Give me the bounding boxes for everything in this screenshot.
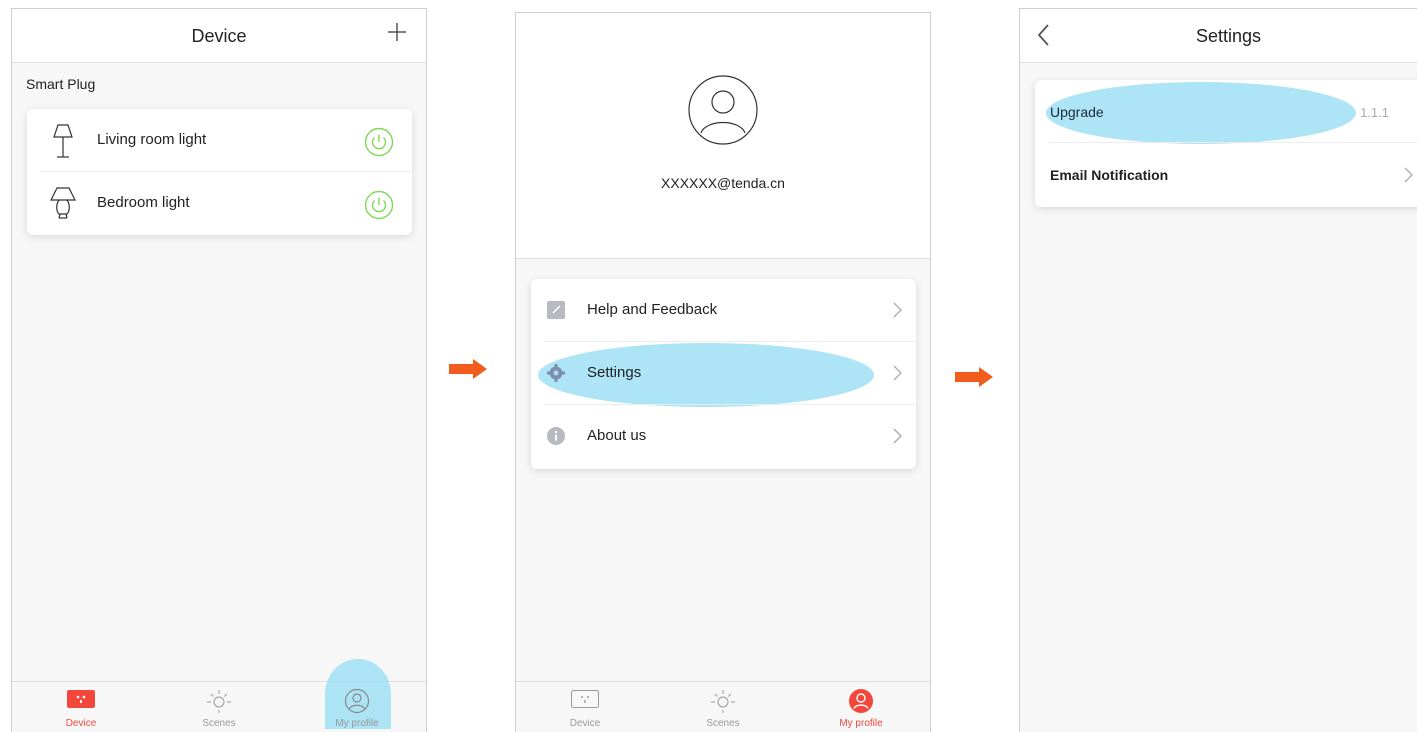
chevron-right-icon	[1404, 167, 1413, 183]
tab-label: Scenes	[706, 718, 740, 729]
menu-item-help-feedback[interactable]: Help and Feedback	[531, 279, 916, 342]
edit-icon	[547, 301, 565, 319]
account-email: XXXXXX@tenda.cn	[661, 175, 785, 191]
settings-screen: Settings Upgrade 1.1.1 Email Notificatio…	[1019, 8, 1417, 732]
tab-label: Scenes	[202, 718, 236, 729]
arrow-right-icon	[955, 367, 993, 387]
tab-label: Device	[65, 718, 97, 729]
profile-icon	[849, 689, 873, 713]
tab-scenes[interactable]: Scenes	[150, 682, 288, 732]
tab-bar: Device Scenes My profile	[516, 681, 930, 732]
tab-device[interactable]: Device	[12, 682, 150, 732]
tab-label: Device	[569, 718, 601, 729]
settings-label: Upgrade	[1050, 104, 1104, 120]
tab-label: My profile	[839, 718, 883, 729]
power-on-icon[interactable]	[364, 190, 394, 220]
profile-menu: Help and Feedback Settings About us	[531, 279, 916, 469]
settings-item-email-notification[interactable]: Email Notification	[1035, 143, 1417, 206]
info-icon	[547, 427, 565, 445]
tab-device[interactable]: Device	[516, 682, 654, 732]
arrow-right-icon	[449, 359, 487, 379]
profile-icon	[344, 688, 370, 714]
profile-screen: XXXXXX@tenda.cn Help and Feedback Settin…	[515, 12, 931, 732]
navbar: Settings	[1020, 9, 1417, 63]
tab-my-profile[interactable]: My profile	[288, 659, 426, 732]
chevron-right-icon	[893, 302, 902, 318]
plug-icon	[571, 690, 599, 708]
profile-header: XXXXXX@tenda.cn	[516, 13, 930, 259]
plug-icon	[67, 690, 95, 708]
tab-my-profile[interactable]: My profile	[792, 682, 930, 732]
settings-label: Email Notification	[1050, 167, 1169, 183]
device-label: Living room light	[97, 131, 207, 148]
tab-label: My profile	[335, 718, 379, 729]
floor-lamp-icon	[53, 124, 73, 158]
menu-item-settings[interactable]: Settings	[531, 342, 916, 407]
add-device-icon[interactable]	[386, 21, 408, 43]
page-title: Settings	[1195, 26, 1262, 46]
table-lamp-icon	[50, 187, 76, 219]
menu-label: Settings	[587, 364, 642, 381]
device-row-living-room[interactable]: Living room light	[27, 109, 412, 172]
tab-bar: Device Scenes My profile	[12, 659, 426, 732]
device-row-bedroom[interactable]: Bedroom light	[27, 172, 412, 235]
section-label: Smart Plug	[26, 76, 96, 92]
navbar: Device	[12, 9, 426, 63]
device-label: Bedroom light	[97, 194, 190, 211]
gear-icon	[547, 364, 565, 382]
chevron-right-icon	[893, 428, 902, 444]
menu-label: Help and Feedback	[587, 301, 718, 318]
tab-scenes[interactable]: Scenes	[654, 682, 792, 732]
sun-icon	[711, 690, 735, 713]
device-list: Living room light Bedroom light	[27, 109, 412, 235]
avatar[interactable]	[688, 75, 758, 145]
page-title: Device	[191, 26, 247, 46]
chevron-right-icon	[893, 365, 902, 381]
menu-label: About us	[587, 427, 647, 444]
power-on-icon[interactable]	[364, 127, 394, 157]
menu-item-about-us[interactable]: About us	[531, 405, 916, 468]
firmware-version: 1.1.1	[1360, 105, 1389, 120]
device-screen: Device Smart Plug Living room light Bedr…	[11, 8, 427, 732]
settings-item-upgrade[interactable]: Upgrade 1.1.1	[1035, 80, 1417, 144]
sun-icon	[207, 690, 231, 713]
settings-list: Upgrade 1.1.1 Email Notification	[1035, 80, 1417, 207]
